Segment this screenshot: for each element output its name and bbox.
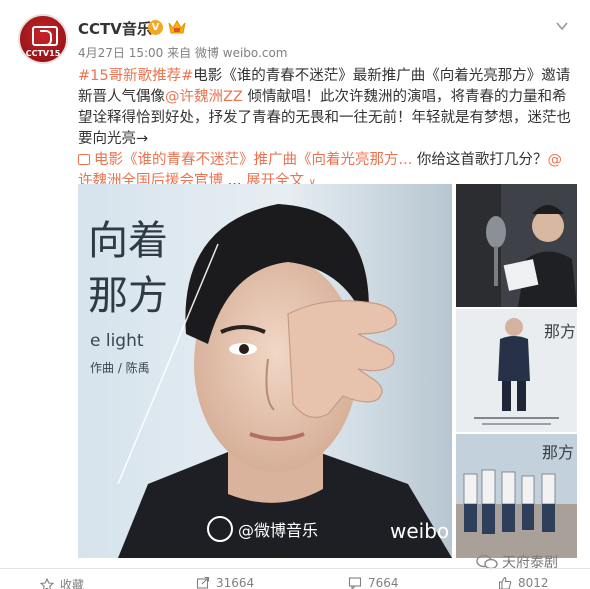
video-link[interactable]: 电影《谁的青春不迷茫》推广曲《向着光亮那方... <box>78 152 412 168</box>
favorite-button[interactable]: 收藏 <box>40 576 84 589</box>
post-text: #15哥新歌推荐#电影《谁的青春不迷茫》最新推广曲《向着光亮那方》邀请新晋人气偶… <box>78 66 576 193</box>
post-meta: 4月27日 15:00 来自 微博 weibo.com <box>78 44 288 61</box>
favorite-label: 收藏 <box>60 578 85 589</box>
like-button[interactable]: 8012 <box>498 576 549 589</box>
image-title-line2: 那方 <box>88 273 168 319</box>
like-count: 8012 <box>518 576 549 589</box>
image-watermark-weibo: @微博音乐 <box>238 521 318 540</box>
thumb3-title: 那方 <box>542 443 574 462</box>
post-date[interactable]: 4月27日 15:00 <box>78 46 163 60</box>
hashtag-link[interactable]: #15哥新歌推荐# <box>78 68 193 84</box>
avatar-label: CCTV15 <box>25 49 61 58</box>
share-count: 31664 <box>216 576 255 589</box>
share-icon <box>196 576 210 589</box>
mention-link[interactable]: @许魏洲ZZ <box>165 89 243 105</box>
verified-badge-icon: V <box>148 20 163 35</box>
thumbnail-art <box>456 184 577 307</box>
avatar[interactable]: CCTV15 <box>18 14 68 64</box>
image-title-line1: 向着 <box>88 218 168 264</box>
portrait-illustration: 向着 那方 e light 作曲 / 陈禹 @微博音乐 weibo <box>78 184 452 558</box>
comment-icon <box>348 577 362 589</box>
comment-count: 7664 <box>368 576 399 589</box>
thumbnail-art: 那方 <box>456 309 577 432</box>
thumbnail-art: 那方 <box>456 434 577 558</box>
thumbs-up-icon <box>498 576 512 589</box>
thumb2-title: 那方 <box>544 322 576 341</box>
divider <box>0 568 590 569</box>
video-link-text: 电影《谁的青春不迷茫》推广曲《向着光亮那方... <box>94 152 413 168</box>
vip-crown-icon <box>168 19 186 35</box>
watermark-text: 天府泰剧 <box>502 555 558 571</box>
post-source[interactable]: 来自 微博 weibo.com <box>167 46 287 60</box>
star-icon <box>40 577 54 589</box>
thumbnail-poster-suit[interactable]: 那方 <box>456 309 577 432</box>
comment-button[interactable]: 7664 <box>348 576 399 589</box>
main-photo[interactable]: 向着 那方 e light 作曲 / 陈禹 @微博音乐 weibo <box>78 184 452 558</box>
video-link-icon <box>78 154 90 165</box>
post-body-3: 你给这首歌打几分？ <box>412 152 548 168</box>
wechat-watermark: 天府泰剧 <box>476 552 558 572</box>
image-credit: 作曲 / 陈禹 <box>90 360 150 375</box>
cctv-logo-icon <box>32 26 58 46</box>
chevron-down-icon[interactable] <box>554 18 570 34</box>
weibo-post: CCTV15 CCTV音乐 V 4月27日 15:00 来自 微博 weibo.… <box>0 0 590 589</box>
username[interactable]: CCTV音乐 <box>78 18 152 39</box>
image-subtitle: e light <box>90 331 144 351</box>
thumbnail-group-walk[interactable]: 那方 <box>456 434 577 558</box>
share-button[interactable]: 31664 <box>196 576 254 589</box>
image-watermark-brand: weibo <box>390 519 449 543</box>
thumbnail-recording-studio[interactable] <box>456 184 577 307</box>
